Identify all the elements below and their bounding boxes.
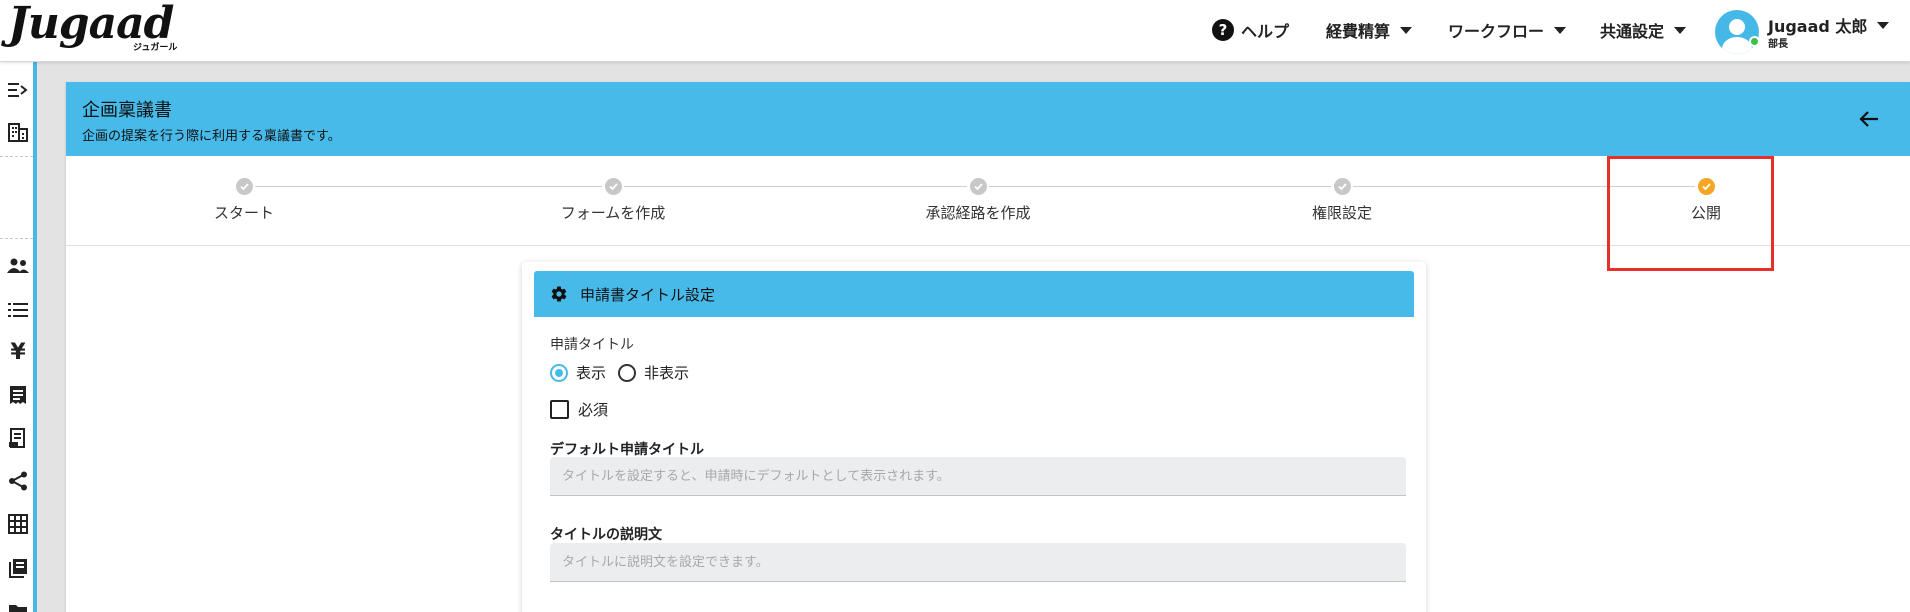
description-input[interactable]: [550, 543, 1406, 582]
step-create-approval-route[interactable]: 承認経路を作成: [878, 175, 1078, 223]
chevron-down-icon: [1554, 26, 1567, 34]
sidebar: ¥: [0, 62, 37, 612]
required-label[interactable]: 必須: [578, 399, 608, 420]
common-settings-menu[interactable]: 共通設定: [1600, 18, 1687, 42]
help-icon: ?: [1212, 19, 1234, 41]
user-menu[interactable]: Jugaad 太郎: [1768, 13, 1890, 37]
progress-stepper: スタート フォームを作成 承認経路を作成 権限設定 公開: [66, 156, 1910, 271]
step-check-icon: [1331, 175, 1353, 197]
expense-menu-label: 経費精算: [1326, 22, 1391, 41]
common-settings-label: 共通設定: [1600, 22, 1665, 41]
step-label: スタート: [213, 204, 274, 222]
title-settings-panel: 申請書タイトル設定 申請タイトル 表示 非表示 必須 デフォルト申請タイトル タ…: [522, 262, 1426, 612]
gear-icon: [551, 286, 567, 302]
default-title-label: デフォルト申請タイトル: [550, 442, 704, 458]
title-visibility-group: 表示 非表示: [550, 362, 701, 383]
description-label: タイトルの説明文: [550, 527, 662, 543]
user-name: Jugaad 太郎: [1768, 17, 1868, 36]
chevron-down-icon: [1674, 26, 1687, 34]
step-start[interactable]: スタート: [144, 175, 344, 223]
step-publish[interactable]: 公開: [1606, 175, 1806, 223]
chevron-down-icon: [1400, 26, 1413, 34]
receipt-icon[interactable]: [6, 383, 30, 407]
step-check-icon: [967, 175, 989, 197]
step-create-form[interactable]: フォームを作成: [513, 175, 713, 223]
back-button[interactable]: [1856, 106, 1882, 132]
chevron-down-icon: [1877, 21, 1890, 29]
required-checkbox[interactable]: [550, 400, 569, 419]
logo-subtitle: ジュガール: [133, 43, 178, 53]
folder-icon[interactable]: [6, 598, 30, 612]
workflow-menu[interactable]: ワークフロー: [1448, 18, 1567, 42]
step-check-icon: [1695, 175, 1717, 197]
panel-title: 申請書タイトル設定: [580, 285, 716, 304]
required-checkbox-row: 必須: [550, 399, 608, 420]
list-icon[interactable]: [6, 298, 30, 322]
page-subtitle: 企画の提案を行う際に利用する稟議書です。: [82, 129, 341, 144]
radio-hide-label[interactable]: 非表示: [644, 362, 689, 383]
page-header: 企画稟議書 企画の提案を行う際に利用する稟議書です。: [66, 82, 1910, 156]
workflow-menu-label: ワークフロー: [1448, 22, 1545, 41]
step-check-icon: [233, 175, 255, 197]
panel-header: 申請書タイトル設定: [534, 271, 1414, 317]
app-logo[interactable]: Jugaad ジュガール: [8, 0, 178, 54]
help-link[interactable]: ? ヘルプ: [1212, 18, 1289, 42]
book-icon[interactable]: [6, 556, 30, 580]
arrow-left-icon: [1859, 111, 1878, 127]
document-icon[interactable]: [6, 426, 30, 450]
step-label: 承認経路を作成: [925, 204, 1031, 222]
avatar[interactable]: [1715, 10, 1759, 54]
radio-hide[interactable]: [618, 363, 637, 382]
online-status-icon: [1749, 36, 1760, 47]
title-label: 申請タイトル: [550, 337, 634, 353]
user-role: 部長: [1768, 39, 1788, 50]
step-label: フォームを作成: [560, 204, 666, 222]
step-label: 権限設定: [1311, 204, 1372, 222]
main-card: 企画稟議書 企画の提案を行う際に利用する稟議書です。 スタート フォームを作成 …: [66, 82, 1910, 612]
expense-menu[interactable]: 経費精算: [1326, 18, 1413, 42]
step-check-icon: [602, 175, 624, 197]
default-title-input[interactable]: [550, 457, 1406, 496]
yen-icon[interactable]: ¥: [6, 340, 30, 365]
help-label: ヘルプ: [1241, 22, 1290, 41]
page-title: 企画稟議書: [82, 100, 172, 121]
top-header: Jugaad ジュガール ? ヘルプ 経費精算 ワークフロー 共通設定 Juga…: [0, 0, 1910, 62]
share-icon[interactable]: [6, 469, 30, 493]
step-permissions[interactable]: 権限設定: [1242, 175, 1442, 223]
building-icon[interactable]: [6, 120, 30, 144]
collapse-icon[interactable]: [6, 78, 30, 102]
grid-icon[interactable]: [6, 512, 30, 536]
users-icon[interactable]: [6, 254, 30, 278]
radio-show[interactable]: [550, 363, 568, 382]
step-label: 公開: [1690, 204, 1721, 222]
radio-show-label[interactable]: 表示: [576, 362, 606, 383]
